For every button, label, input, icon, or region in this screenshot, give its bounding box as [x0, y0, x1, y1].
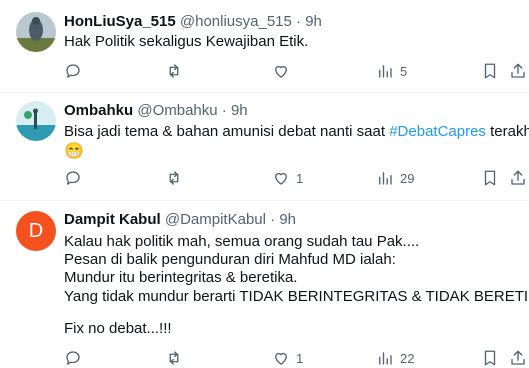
views-button[interactable]: 5 — [376, 61, 407, 81]
like-button[interactable]: 1 — [272, 348, 303, 368]
retweet-button[interactable] — [165, 168, 189, 188]
retweet-icon — [169, 351, 179, 365]
handle[interactable]: @DampitKabul — [165, 211, 266, 228]
share-icon — [511, 170, 525, 185]
share-icon — [511, 63, 525, 78]
views-button[interactable]: 29 — [376, 168, 414, 188]
avatar[interactable] — [16, 101, 56, 141]
like-count: 1 — [296, 170, 304, 186]
tweet-1[interactable]: HonLiuSya_515 @honliusya_515 · 9h Hak Po… — [0, 0, 529, 92]
action-bar: 1 22 — [64, 348, 529, 368]
reply-icon — [66, 351, 80, 365]
retweet-icon — [169, 64, 179, 78]
tweet-header: Dampit Kabul @DampitKabul · 9h — [64, 210, 296, 230]
tweet-text-line: Yang tidak mundur berarti TIDAK BERINTEG… — [64, 288, 529, 305]
separator: · — [221, 102, 227, 119]
like-icon — [275, 352, 287, 365]
timestamp[interactable]: 9h — [231, 102, 248, 119]
retweet-icon — [169, 171, 179, 185]
tweet-text-line: Fix no debat...!!! — [64, 320, 172, 337]
bookmark-button[interactable] — [481, 348, 499, 368]
display-name[interactable]: HonLiuSya_515 — [64, 13, 176, 30]
bookmark-icon — [484, 63, 496, 79]
handle[interactable]: @Ombahku — [137, 102, 217, 119]
views-count: 22 — [400, 350, 415, 366]
views-count: 5 — [400, 63, 408, 79]
share-button[interactable] — [509, 348, 527, 368]
tweet-text: Hak Politik sekaligus Kewajiban Etik. — [64, 33, 309, 50]
reply-icon — [66, 171, 80, 185]
reply-button[interactable] — [64, 348, 88, 368]
retweet-button[interactable] — [165, 348, 189, 368]
tweet-text: Bisa jadi tema & bahan amunisi debat nan… — [64, 122, 529, 142]
separator: · — [296, 13, 302, 30]
bookmark-icon — [484, 170, 496, 186]
avatar-image — [16, 101, 56, 141]
bookmark-button[interactable] — [481, 168, 499, 188]
views-icon — [379, 65, 392, 78]
action-bar: 5 — [64, 61, 529, 81]
display-name[interactable]: Ombahku — [64, 102, 133, 119]
tweet-3[interactable]: D Dampit Kabul @DampitKabul · 9h Kalau h… — [0, 201, 529, 368]
tweet-text-part: terakhir — [490, 123, 529, 140]
avatar-image — [16, 12, 56, 52]
tweet-2[interactable]: Ombahku @Ombahku · 9h Bisa jadi tema & b… — [0, 93, 529, 200]
tweet-text-part: Bisa jadi tema & bahan amunisi debat nan… — [64, 123, 390, 140]
separator: · — [270, 211, 276, 228]
share-button[interactable] — [509, 61, 527, 81]
views-button[interactable]: 22 — [376, 348, 414, 368]
retweet-button[interactable] — [165, 61, 189, 81]
avatar-letter: D — [28, 219, 44, 242]
like-icon — [275, 172, 287, 185]
avatar[interactable] — [16, 12, 56, 52]
tweet-header: HonLiuSya_515 @honliusya_515 · 9h — [64, 12, 322, 32]
like-button[interactable] — [272, 61, 296, 81]
timestamp[interactable]: 9h — [305, 13, 322, 30]
share-icon — [511, 350, 525, 365]
handle[interactable]: @honliusya_515 — [180, 13, 292, 30]
action-bar: 1 29 — [64, 168, 529, 188]
timestamp[interactable]: 9h — [279, 211, 296, 228]
tweet-text-line: Pesan di balik pengunduran diri Mahfud M… — [64, 251, 396, 268]
bookmark-icon — [484, 350, 496, 366]
views-icon — [379, 172, 392, 185]
grin-emoji: 😁 — [64, 143, 84, 160]
hashtag-link[interactable]: #DebatCapres — [389, 123, 486, 140]
views-count: 29 — [400, 170, 415, 186]
like-button[interactable]: 1 — [272, 168, 303, 188]
reply-icon — [66, 64, 80, 78]
like-icon — [275, 65, 287, 78]
tweet-text-line: Kalau hak politik mah, semua orang sudah… — [64, 233, 420, 250]
avatar[interactable]: D — [16, 211, 56, 251]
like-count: 1 — [296, 350, 304, 366]
share-button[interactable] — [509, 168, 527, 188]
tweet-text-line: Mundur itu berintegritas & beretika. — [64, 269, 298, 286]
bookmark-button[interactable] — [481, 61, 499, 81]
reply-button[interactable] — [64, 61, 88, 81]
views-icon — [379, 352, 392, 365]
display-name[interactable]: Dampit Kabul — [64, 211, 161, 228]
tweet-header: Ombahku @Ombahku · 9h — [64, 101, 248, 121]
reply-button[interactable] — [64, 168, 88, 188]
